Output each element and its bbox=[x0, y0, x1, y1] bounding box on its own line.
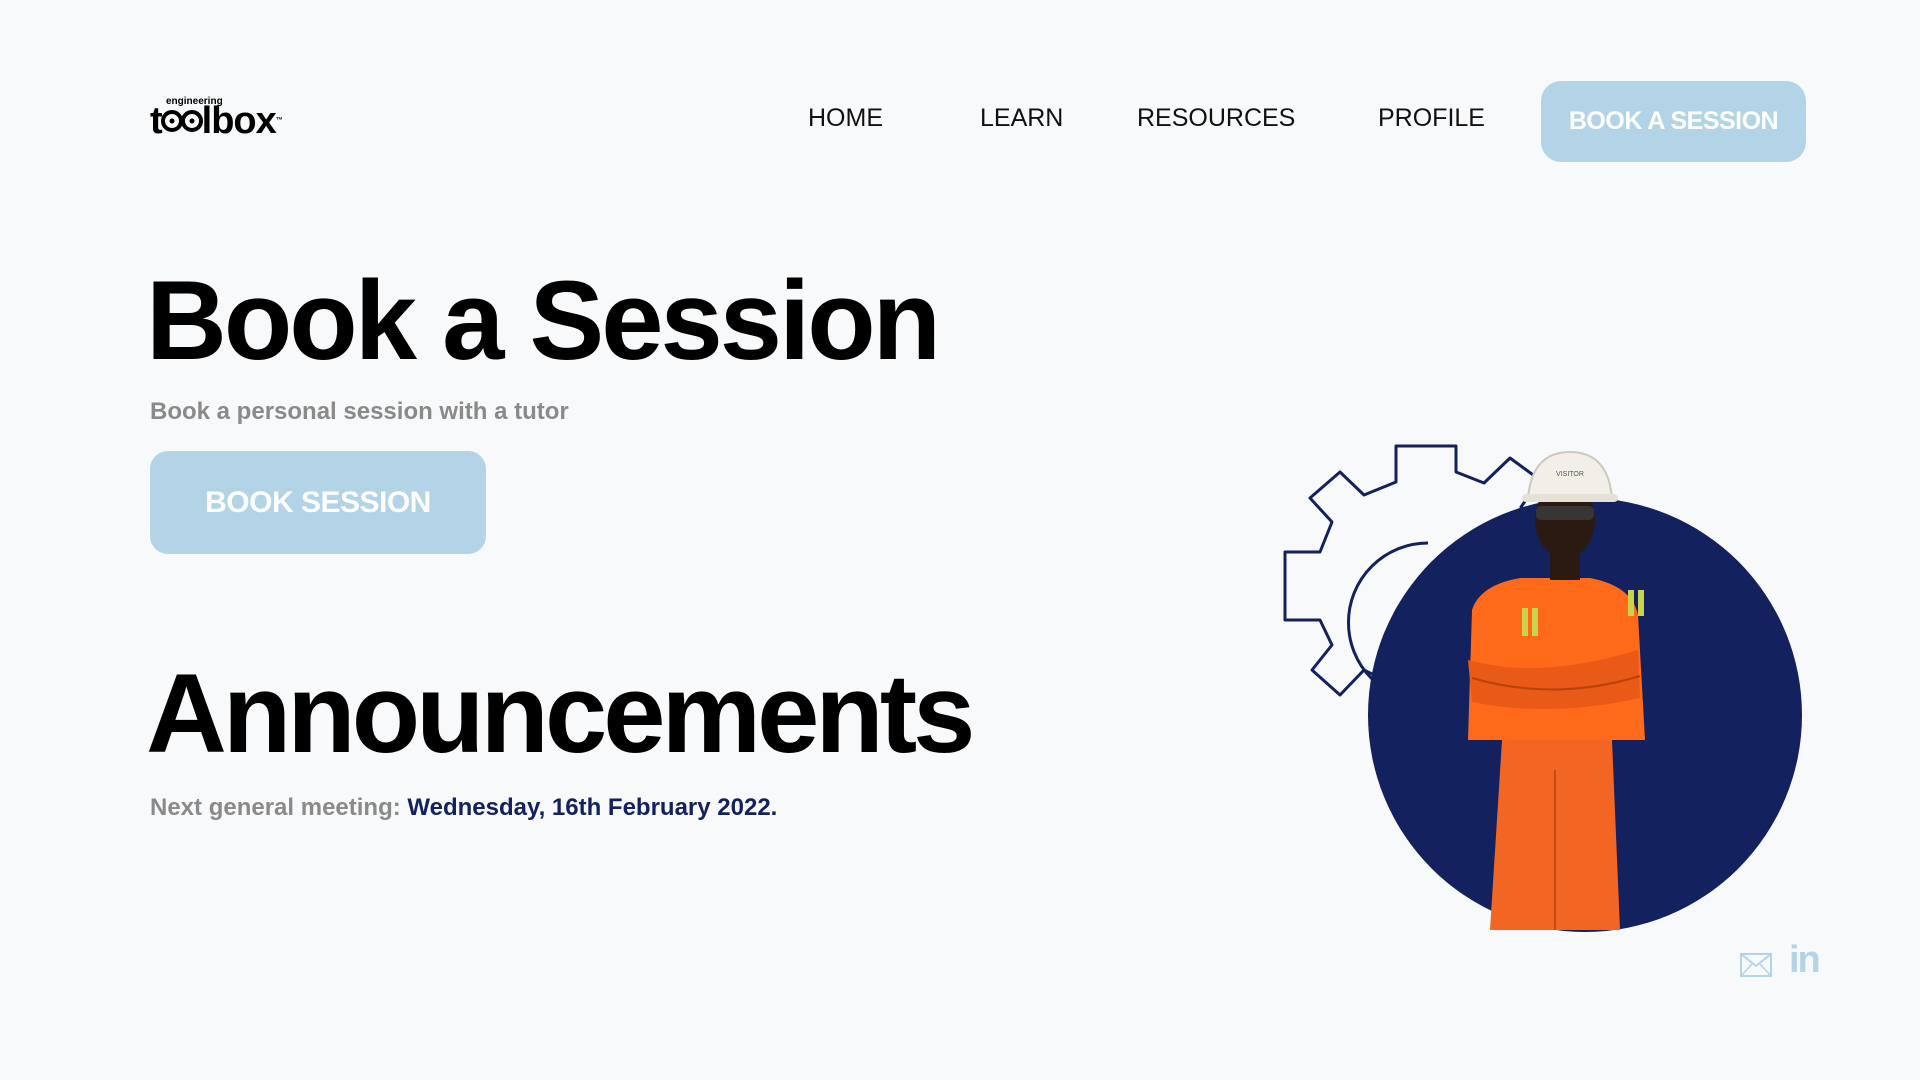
helmet-label: VISITOR bbox=[1556, 471, 1584, 478]
mail-icon[interactable] bbox=[1740, 953, 1772, 977]
page-title: Book a Session bbox=[146, 258, 941, 383]
logo-gear-icon bbox=[160, 110, 183, 132]
logo-trademark: ™ bbox=[275, 117, 283, 124]
book-session-button[interactable]: BOOK SESSION bbox=[150, 451, 486, 554]
linkedin-icon[interactable]: in bbox=[1789, 940, 1821, 980]
nav-home[interactable]: HOME bbox=[808, 104, 883, 133]
logo-gear-icon bbox=[180, 110, 203, 132]
nav-resources[interactable]: RESOURCES bbox=[1137, 104, 1295, 133]
page-subtitle: Book a personal session with a tutor bbox=[150, 398, 569, 425]
announcement-text: Next general meeting: Wednesday, 16th Fe… bbox=[150, 794, 777, 822]
brand-logo[interactable]: engineering t lbox ™ bbox=[150, 96, 310, 140]
page: engineering t lbox ™ HOME LEARN RESOURCE… bbox=[0, 0, 1920, 1080]
book-a-session-nav-button[interactable]: BOOK A SESSION bbox=[1541, 81, 1806, 162]
announcements-heading: Announcements bbox=[146, 651, 975, 776]
logo-wordmark: t lbox ™ bbox=[150, 100, 283, 142]
nav-profile[interactable]: PROFILE bbox=[1378, 104, 1485, 133]
announcement-prefix: Next general meeting: bbox=[150, 794, 408, 821]
hero-illustration: VISITOR bbox=[1283, 444, 1802, 932]
logo-text-post: lbox bbox=[201, 100, 277, 142]
announcement-date: Wednesday, 16th February 2022. bbox=[407, 794, 778, 821]
nav-learn[interactable]: LEARN bbox=[980, 104, 1063, 133]
